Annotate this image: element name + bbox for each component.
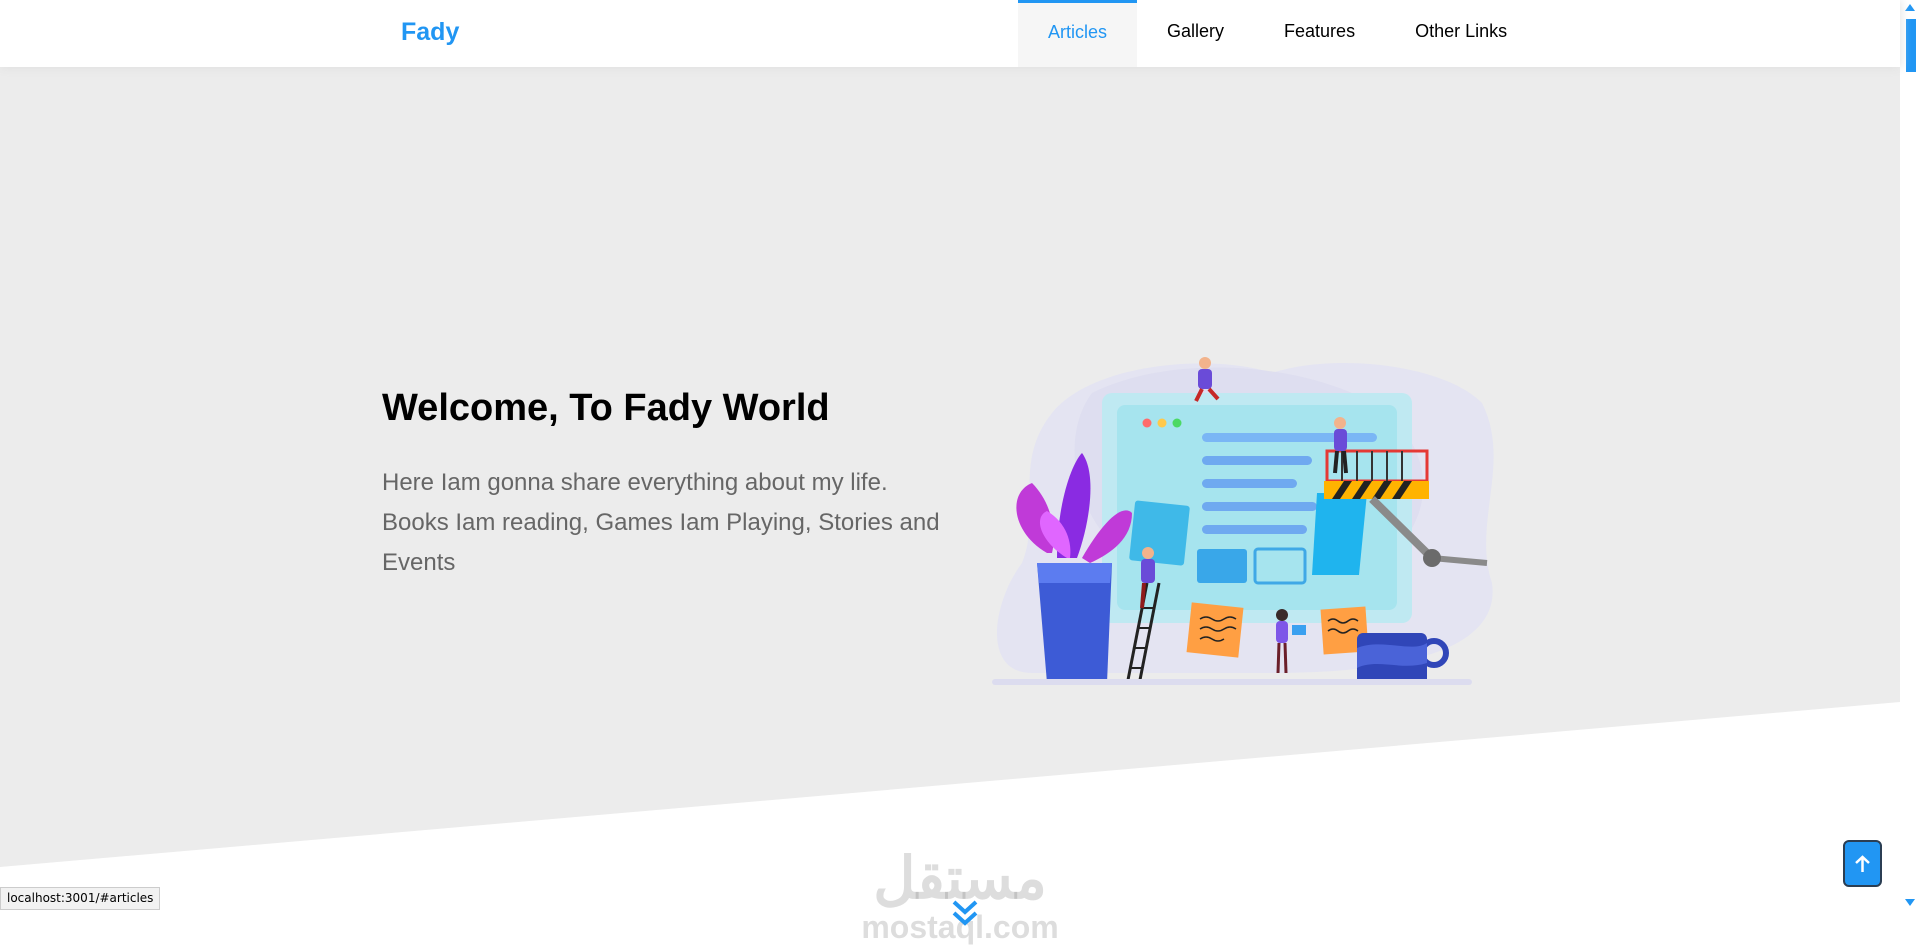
nav-link-articles[interactable]: Articles <box>1018 0 1138 67</box>
landing-section: Welcome, To Fady World Here Iam gonna sh… <box>0 67 1900 945</box>
nav-link-other-links[interactable]: Other Links <box>1385 0 1537 67</box>
site-logo[interactable]: Fady <box>401 18 459 47</box>
scrollbar-track[interactable] <box>1900 0 1920 910</box>
arrow-up-icon <box>1855 855 1870 872</box>
landing-title: Welcome, To Fady World <box>382 387 830 429</box>
landing-slant-shape <box>0 702 1900 910</box>
landing-description: Here Iam gonna share everything about my… <box>382 469 940 576</box>
watermark: مستقل mostaql.com <box>840 849 1080 945</box>
scroll-down-arrow-icon[interactable] <box>1904 897 1916 907</box>
scrollbar-thumb[interactable] <box>1906 19 1916 72</box>
scroll-to-top-button[interactable] <box>1843 840 1882 887</box>
nav-link-gallery[interactable]: Gallery <box>1137 0 1254 67</box>
scroll-up-arrow-icon[interactable] <box>1904 3 1916 13</box>
webpage-construction-illustration <box>992 357 1494 685</box>
nav-link-features[interactable]: Features <box>1254 0 1385 67</box>
site-header: Fady Articles Gallery Features Other Lin… <box>0 0 1900 67</box>
status-bar-url: localhost:3001/#articles <box>0 887 161 910</box>
main-nav: Articles Gallery Features Other Links <box>1018 0 1537 67</box>
scroll-down-icon[interactable] <box>950 899 980 929</box>
